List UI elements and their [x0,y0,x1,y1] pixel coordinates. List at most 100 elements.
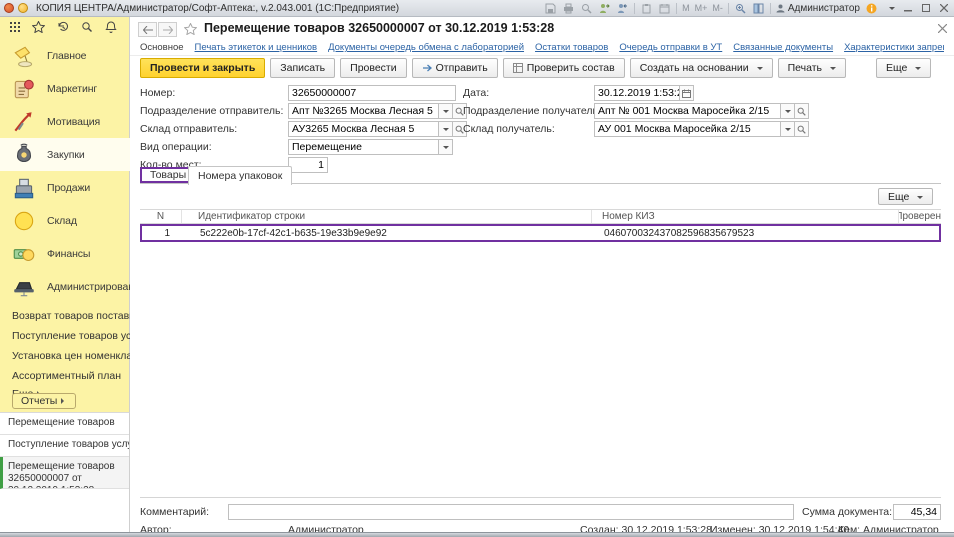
tab-main[interactable]: Основное [140,42,184,53]
document-nav-tabs: Основное Печать этикеток и ценников Доку… [140,42,944,53]
warehouse-icon [11,208,37,234]
close-document-icon[interactable] [936,22,949,35]
post-and-close-button[interactable]: Провести и закрыть [140,58,265,78]
clipboard-icon[interactable] [640,2,653,15]
favorite-star-icon[interactable] [184,23,197,35]
department-from-field[interactable]: Апт №3265 Москва Лесная 5 [288,103,439,119]
column-header-kiz[interactable]: Номер КИЗ [592,210,899,223]
warehouse-to-choose-button[interactable] [781,121,795,137]
open-window-item[interactable]: Перемещение товаров [0,413,129,435]
post-and-close-label: Провести и закрыть [150,62,255,74]
table-more-button[interactable]: Еще [878,188,933,205]
back-button[interactable] [138,22,157,37]
print-preview-icon[interactable] [580,2,593,15]
column-header-row-id[interactable]: Идентификатор строки [182,210,592,223]
sidebar-item-main[interactable]: Главное [0,39,130,72]
menu-grid-icon[interactable] [8,21,21,34]
form-more-button[interactable]: Еще [876,58,931,78]
tab-print-labels[interactable]: Печать этикеток и ценников [195,42,318,53]
history-icon[interactable] [56,21,69,34]
receive-document-icon[interactable] [616,2,629,15]
sidebar-item-label: Склад [47,215,77,227]
reports-button[interactable]: Отчеты [12,393,76,409]
tab-ut-send-queue[interactable]: Очередь отправки в УТ [619,42,722,53]
save-icon[interactable] [544,2,557,15]
department-from-choose-button[interactable] [439,103,453,119]
split-window-icon[interactable] [752,2,765,15]
date-field[interactable]: 30.12.2019 1:53:28 [594,85,680,101]
check-list-icon [513,63,523,73]
maximize-button[interactable] [919,3,932,14]
operation-type-choose-button[interactable] [439,139,453,155]
post-button[interactable]: Провести [340,58,406,78]
sidebar-item-finance[interactable]: Финансы [0,237,130,270]
chevron-down-icon[interactable] [883,2,896,15]
memory-button[interactable]: М [682,3,690,13]
current-user[interactable]: Администратор [776,3,860,14]
chevron-down-icon [917,196,923,202]
close-window-button[interactable] [937,3,950,14]
send-document-icon[interactable] [598,2,611,15]
app-secondary-icon [18,3,28,13]
open-window-item[interactable]: Поступление товаров услуг [0,435,129,457]
minimize-button[interactable] [901,3,914,14]
tab-package-numbers[interactable]: Номера упаковок [188,166,292,185]
document-form: Перемещение товаров 32650000007 от 30.12… [130,17,954,532]
warehouse-from-choose-button[interactable] [439,121,453,137]
column-header-n[interactable]: N [140,210,182,223]
sidebar-command-assortment-plan[interactable]: Ассортиментный план [12,370,121,382]
sidebar-item-sales[interactable]: Продажи [0,171,130,204]
number-field[interactable]: 32650000007 [288,85,456,101]
warehouse-to-open-button[interactable] [795,121,809,137]
warehouse-to-field[interactable]: АУ 001 Москва Маросейка 2/15 [594,121,781,137]
separator [140,497,941,498]
operation-type-field[interactable]: Перемещение [288,139,439,155]
comment-field[interactable] [228,504,794,520]
search-icon[interactable] [80,21,93,34]
date-calendar-button[interactable] [680,85,694,101]
print-icon[interactable] [562,2,575,15]
tab-forbidden-characteristics[interactable]: Характеристики запрещенные к списанию [844,42,944,53]
calendar-icon[interactable] [658,2,671,15]
department-to-open-button[interactable] [795,103,809,119]
warehouse-from-label: Склад отправитель: [140,123,237,135]
check-contents-button[interactable]: Проверить состав [503,58,625,78]
window-title: КОПИЯ ЦЕНТРА/Администратор/Софт-Аптека:,… [36,3,399,14]
department-to-choose-button[interactable] [781,103,795,119]
sidebar-item-administration[interactable]: Администрирование [0,270,130,303]
tab-goods-label: Товары [150,169,186,181]
user-name: Администратор [788,3,860,14]
tab-goods-remainders[interactable]: Остатки товаров [535,42,608,53]
chevron-down-icon [830,67,836,73]
forward-button[interactable] [158,22,177,37]
document-sum-field[interactable]: 45,34 [893,504,941,520]
table-more-label: Еще [888,191,909,203]
cell-checked [897,226,939,240]
open-window-item-active[interactable]: Перемещение товаров 32650000007 от 30.12… [0,457,129,489]
tab-lab-exchange-queue[interactable]: Документы очередь обмена с лабораторией [328,42,524,53]
tab-related-documents[interactable]: Связанные документы [733,42,833,53]
column-header-checked[interactable]: Проверен [899,210,941,223]
send-button[interactable]: Отправить [412,58,498,78]
sidebar-command-goods-receipt[interactable]: Поступление товаров услуг [12,330,146,342]
memory-minus-button[interactable]: М- [712,3,723,13]
write-button[interactable]: Записать [270,58,335,78]
memory-plus-button[interactable]: М+ [695,3,708,13]
warehouse-from-field[interactable]: АУ3265 Москва Лесная 5 [288,121,439,137]
notifications-icon[interactable] [104,21,117,34]
sidebar-item-marketing[interactable]: Маркетинг [0,72,130,105]
print-label: Печать [788,62,822,74]
sidebar-item-purchases[interactable]: Закупки [0,138,130,171]
create-based-on-button[interactable]: Создать на основании [630,58,773,78]
sidebar-item-motivation[interactable]: Мотивация [0,105,130,138]
number-label: Номер: [140,87,175,99]
table-row-selected[interactable]: 1 5c222e0b-17cf-42c1-b635-19e33b9e9e92 0… [140,224,941,242]
sidebar-item-warehouse[interactable]: Склад [0,204,130,237]
print-button[interactable]: Печать [778,58,846,78]
form-more-label: Еще [886,62,907,74]
info-icon[interactable] [865,2,878,15]
zoom-icon[interactable] [734,2,747,15]
favorites-icon[interactable] [32,21,45,34]
user-icon [776,4,785,13]
department-to-field[interactable]: Апт № 001 Москва Маросейка 2/15 [594,103,781,119]
